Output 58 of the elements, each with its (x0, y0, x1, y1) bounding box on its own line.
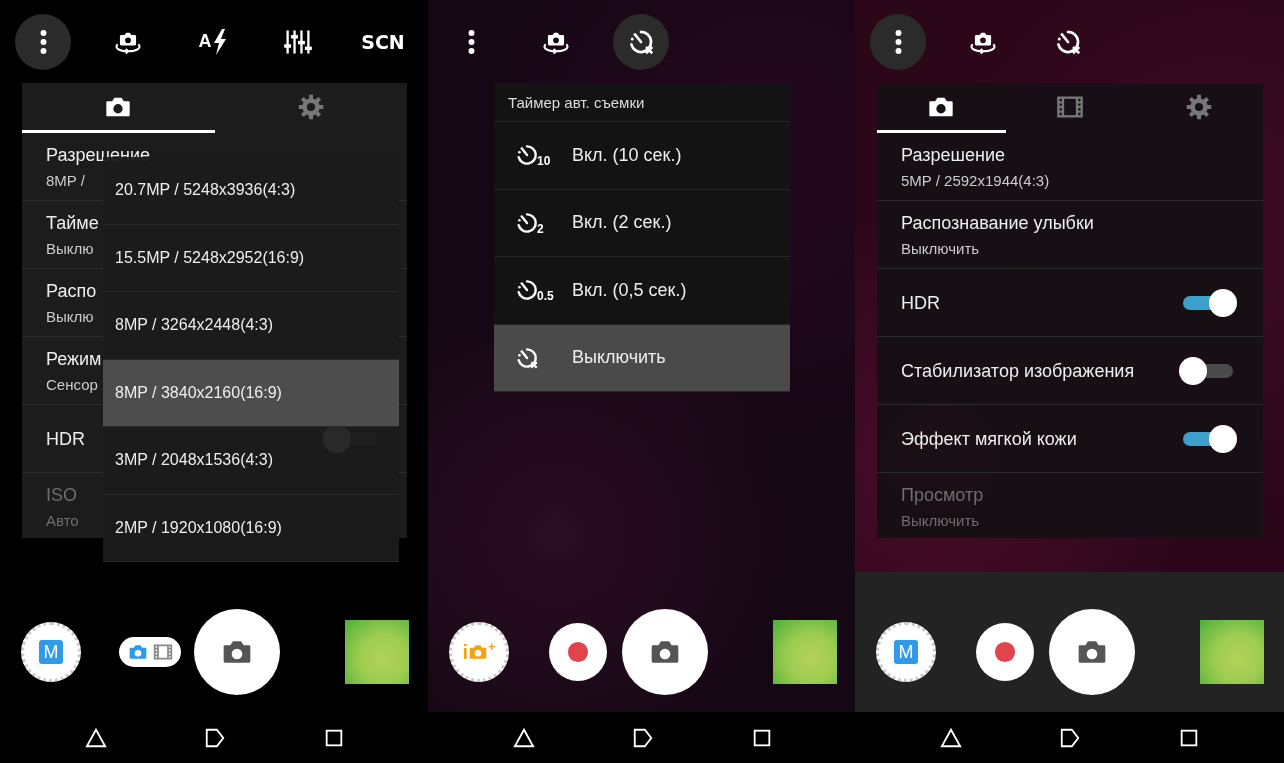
menu-icon (894, 29, 902, 54)
triangle-icon[interactable] (940, 726, 962, 749)
setting-title[interactable]: HDR (901, 291, 940, 314)
camera-icon (468, 642, 488, 662)
tag-icon[interactable] (1059, 726, 1081, 749)
timer-duration: 10 (537, 154, 551, 169)
photo-thumbnail[interactable] (773, 620, 837, 684)
photo-thumbnail[interactable] (345, 620, 409, 684)
menu-title: Таймер авт. съемки (494, 83, 790, 122)
setting-title[interactable]: Тайме (46, 212, 99, 234)
resolution-option[interactable]: 15.5MP / 5248x2952(16:9) (103, 224, 399, 292)
tag-icon[interactable] (204, 726, 226, 749)
setting-value: Выклю (46, 308, 94, 325)
setting-title[interactable]: Разрешение (901, 144, 1005, 166)
photo-video-switch[interactable] (119, 637, 181, 667)
timer-duration: 0.5 (537, 289, 554, 304)
setting-title[interactable]: Эффект мягкой кожи (901, 427, 1077, 450)
setting-value: Сенсор (46, 376, 98, 393)
timer-option[interactable]: 0.5 Вкл. (0,5 сек.) (494, 257, 790, 325)
record-dot-icon (567, 641, 589, 663)
option-label: Вкл. (0,5 сек.) (572, 279, 687, 301)
setting-value: Выключить (901, 512, 980, 529)
triangle-icon[interactable] (85, 726, 107, 749)
option-label: Вкл. (2 сек.) (572, 212, 672, 234)
option-label: Выключить (572, 347, 666, 369)
resolution-option[interactable]: 8MP / 3840x2160(16:9) (103, 359, 399, 427)
tag-icon[interactable] (632, 726, 654, 749)
gear-icon (1184, 92, 1213, 121)
option-label: Вкл. (10 сек.) (572, 144, 682, 166)
setting-title[interactable]: Режим (46, 348, 102, 370)
record-button[interactable] (976, 623, 1034, 681)
gear-icon (296, 92, 325, 121)
resolution-option[interactable]: 8MP / 3264x2448(4:3) (103, 292, 399, 360)
triangle-icon[interactable] (513, 726, 535, 749)
setting-value: 5MP / 2592x1944(4:3) (901, 172, 1050, 189)
record-dot-icon (994, 641, 1016, 663)
record-button[interactable] (549, 623, 607, 681)
photo-thumbnail[interactable] (1200, 620, 1264, 684)
setting-value: 8MP / (46, 172, 85, 189)
setting-title[interactable]: Стабилизатор изображения (901, 359, 1135, 382)
timer-duration: 2 (537, 221, 544, 236)
menu-icon (467, 29, 475, 54)
flash-button[interactable]: A (185, 13, 241, 70)
resolution-option[interactable]: 20.7MP / 5248x3936(4:3) (103, 157, 399, 225)
setting-title[interactable]: Распознавание улыбки (901, 212, 1094, 234)
setting-value: Выключить (901, 240, 980, 257)
timer-option[interactable]: 2 Вкл. (2 сек.) (494, 189, 790, 257)
setting-title[interactable]: Распо (46, 280, 97, 302)
setting-title[interactable]: HDR (46, 427, 85, 450)
menu-icon (39, 29, 47, 54)
timer-option[interactable]: Выключить (494, 324, 790, 392)
lightning-bolt-icon (211, 28, 228, 55)
timer-option[interactable]: 10 Вкл. (10 сек.) (494, 122, 790, 190)
scene-button[interactable]: SCN (355, 13, 411, 70)
resolution-option[interactable]: 3MP / 2048x1536(4:3) (103, 427, 399, 495)
setting-value: Выклю (46, 240, 94, 257)
setting-value: Авто (46, 512, 79, 529)
resolution-option[interactable]: 2MP / 1920x1080(16:9) (103, 494, 399, 562)
